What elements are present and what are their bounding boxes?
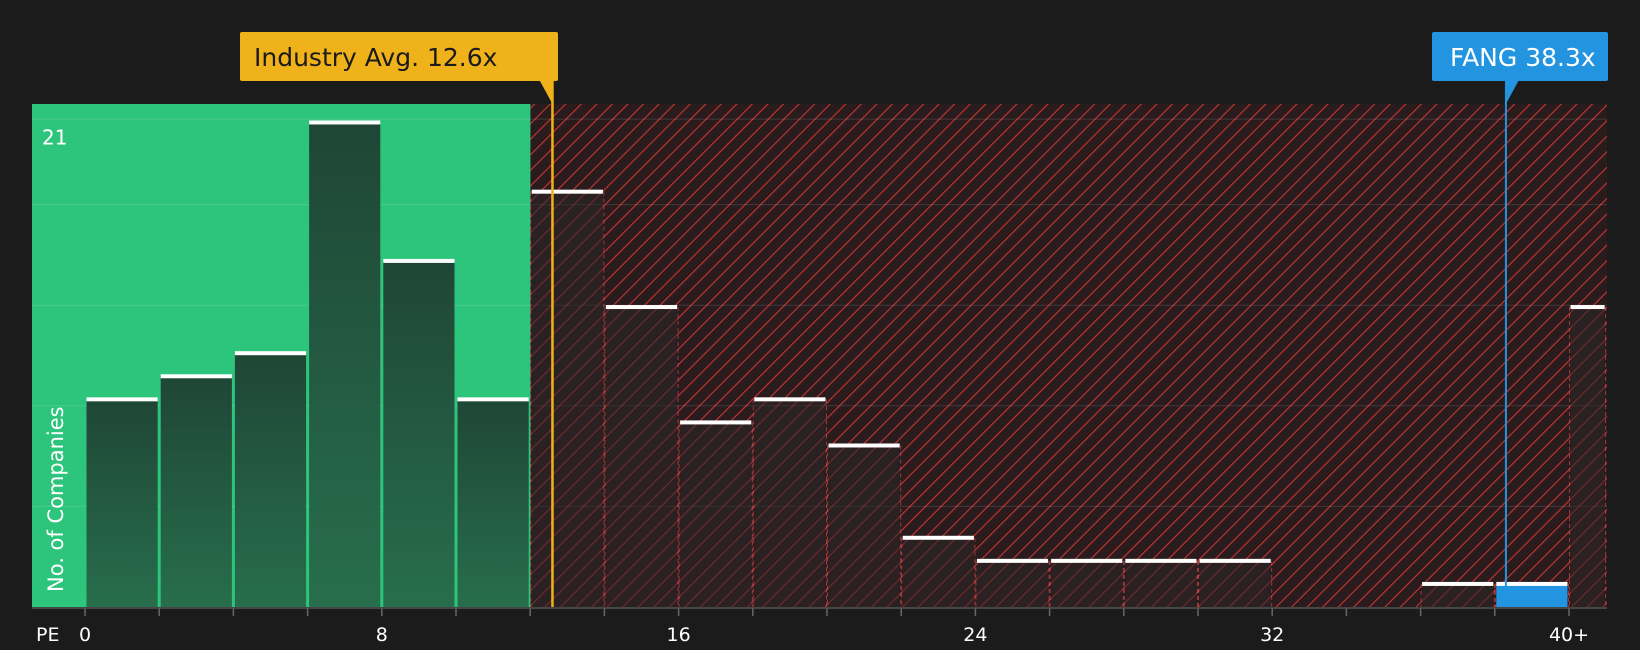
histogram-bar xyxy=(160,376,232,607)
bar-cap xyxy=(902,535,974,540)
histogram-bar xyxy=(1496,583,1568,607)
bar-cap xyxy=(828,443,900,448)
histogram-bar xyxy=(1570,307,1605,607)
histogram-bar xyxy=(86,399,158,607)
x-tick-label: 24 xyxy=(963,624,987,646)
x-tick-label: 16 xyxy=(667,624,691,646)
bar-cap xyxy=(1199,558,1271,563)
histogram-bar xyxy=(680,422,752,607)
histogram-bar xyxy=(234,353,307,607)
bar-cap xyxy=(309,120,381,125)
bar-cap xyxy=(680,420,752,425)
histogram-bar xyxy=(457,399,529,607)
industry-average-pointer xyxy=(539,80,553,104)
histogram-bar xyxy=(383,260,455,607)
histogram-bar xyxy=(902,537,974,607)
x-tick-label: 0 xyxy=(79,624,91,646)
x-tick-label: 40+ xyxy=(1549,624,1589,646)
bar-cap xyxy=(976,558,1049,563)
bar-cap xyxy=(605,305,678,310)
company-pe-pointer xyxy=(1505,80,1519,104)
y-max-label: 21 xyxy=(42,125,67,149)
bar-cap xyxy=(457,397,529,402)
bar-cap xyxy=(160,374,232,379)
histogram-bar xyxy=(828,445,900,607)
bar-cap xyxy=(1125,558,1197,563)
pe-histogram-chart: 0 8 16 24 32 40+ 21 No. of Companies PE Indus… xyxy=(32,32,1608,646)
histogram-bar xyxy=(531,191,603,607)
company-pe-label: FANG 38.3x xyxy=(1450,43,1596,72)
x-tick-label: 32 xyxy=(1260,624,1284,646)
histogram-bar xyxy=(754,399,826,607)
bar-cap xyxy=(531,189,603,194)
histogram-bar xyxy=(309,122,381,608)
bar-cap xyxy=(1570,305,1605,310)
bar-cap xyxy=(383,258,455,263)
histogram-bar xyxy=(976,560,1049,607)
bar-cap xyxy=(234,351,307,356)
bar-cap xyxy=(1051,558,1123,563)
bar-cap xyxy=(86,397,158,402)
histogram-bar xyxy=(1199,560,1271,607)
bar-cap xyxy=(754,397,826,402)
y-axis-label: No. of Companies xyxy=(44,406,68,592)
histogram-bar xyxy=(1125,560,1197,607)
histogram-bar xyxy=(1422,583,1494,607)
bar-cap xyxy=(1496,581,1568,586)
x-axis-label: PE xyxy=(36,624,59,646)
industry-average-label: Industry Avg. 12.6x xyxy=(254,43,497,72)
x-axis-ticks: 0 8 16 24 32 40+ xyxy=(79,608,1589,646)
bar-cap xyxy=(1422,581,1494,586)
histogram-bar xyxy=(1051,560,1123,607)
x-tick-label: 8 xyxy=(376,624,388,646)
histogram-bar xyxy=(605,307,678,607)
